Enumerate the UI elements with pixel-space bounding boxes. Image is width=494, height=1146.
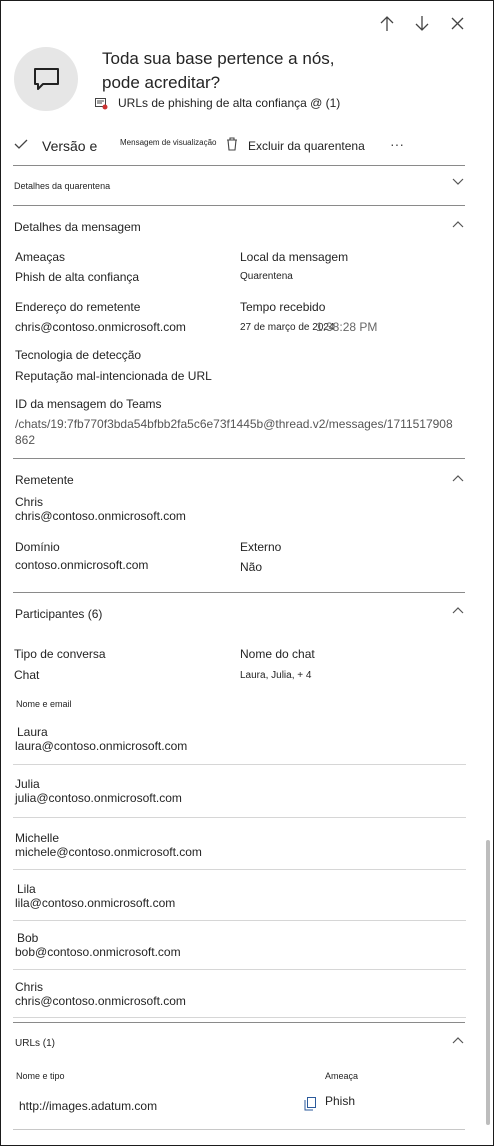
url-threat-value: Phish — [325, 1094, 356, 1108]
sender-name: Chris — [15, 495, 44, 509]
chevron-down-icon[interactable] — [452, 178, 464, 190]
release-label: Versão e — [42, 138, 98, 154]
policy-icon — [95, 97, 108, 115]
urls-column-name: Nome e tipo — [16, 1071, 65, 1081]
row-divider — [13, 1017, 466, 1018]
row-divider — [13, 764, 466, 765]
policy-label: URLs de phishing de alta confiança @ (1) — [118, 96, 341, 110]
avatar — [14, 47, 78, 111]
release-button[interactable]: Versão e — [14, 136, 97, 156]
chat-bubble-icon — [33, 67, 60, 97]
participant-name: Chris — [15, 980, 44, 994]
scrollbar[interactable] — [486, 840, 490, 1125]
chat-name-value: Laura, Julia, + 4 — [240, 670, 312, 681]
urls-section-header[interactable]: URLs (1) — [15, 1038, 55, 1049]
participant-name: Julia — [15, 777, 40, 791]
chevron-up-icon[interactable] — [452, 474, 464, 486]
teams-id-value-cont: 862 — [15, 433, 36, 447]
received-label: Tempo recebido — [240, 300, 326, 314]
teams-id-label: ID da mensagem do Teams — [15, 397, 162, 411]
quarantine-section-header[interactable]: Detalhes da quarentena — [14, 181, 110, 191]
participants-list-header: Nome e email — [16, 699, 72, 709]
more-button[interactable]: ··· — [390, 136, 404, 152]
divider — [13, 1022, 465, 1023]
divider — [13, 592, 465, 593]
threats-label: Ameaças — [15, 250, 66, 264]
participant-email: michele@contoso.onmicrosoft.com — [15, 845, 202, 859]
participant-name: Lila — [17, 882, 36, 896]
close-icon[interactable] — [451, 17, 464, 35]
chevron-up-icon[interactable] — [452, 220, 464, 232]
received-time: 1:38:28 PM — [316, 320, 378, 334]
row-divider — [13, 969, 466, 970]
chevron-up-icon[interactable] — [452, 606, 464, 618]
external-value: Não — [240, 560, 263, 574]
external-label: Externo — [240, 540, 282, 554]
checkmark-icon — [14, 137, 28, 155]
teams-id-value: /chats/19:7fb770f3bda54bfbb2fa5c6e73f144… — [15, 417, 453, 431]
domain-value: contoso.onmicrosoft.com — [15, 558, 149, 572]
threats-value: Phish de alta confiança — [15, 270, 140, 284]
delete-label: Excluir da quarentena — [248, 139, 365, 153]
title-line-2: pode acreditar? — [102, 73, 221, 92]
divider — [13, 165, 465, 166]
detection-value: Reputação mal-intencionada de URL — [15, 369, 212, 383]
sender-section-header[interactable]: Remetente — [15, 473, 74, 487]
divider — [13, 205, 465, 206]
participant-name: Michelle — [15, 831, 60, 845]
url-value[interactable]: http://images.adatum.com — [19, 1099, 157, 1113]
conversation-type-label: Tipo de conversa — [14, 647, 106, 661]
location-value: Quarentena — [240, 271, 293, 282]
sender-address-value: chris@contoso.onmicrosoft.com — [15, 320, 186, 334]
divider — [13, 1129, 465, 1130]
arrow-down-icon[interactable] — [414, 15, 430, 37]
participant-email: bob@contoso.onmicrosoft.com — [15, 945, 181, 959]
participant-email: laura@contoso.onmicrosoft.com — [15, 739, 188, 753]
detection-label: Tecnologia de detecção — [15, 348, 142, 362]
message-section-header[interactable]: Detalhes da mensagem — [14, 220, 141, 234]
participant-email: lila@contoso.onmicrosoft.com — [15, 896, 176, 910]
title-line-1: Toda sua base pertence a nós, — [102, 49, 335, 68]
participants-section-header[interactable]: Participantes (6) — [15, 607, 102, 621]
message-title: Toda sua base pertence a nós, pode acred… — [102, 47, 335, 95]
urls-column-threat: Ameaça — [325, 1071, 359, 1081]
participant-name: Laura — [17, 725, 48, 739]
conversation-type-value: Chat — [14, 668, 40, 682]
sender-email: chris@contoso.onmicrosoft.com — [15, 509, 186, 523]
location-label: Local da mensagem — [240, 250, 349, 264]
row-divider — [13, 920, 466, 921]
preview-button[interactable]: Mensagem de visualização — [120, 138, 217, 147]
participant-email: julia@contoso.onmicrosoft.com — [15, 791, 182, 805]
divider — [13, 458, 465, 459]
sender-address-label: Endereço do remetente — [15, 300, 141, 314]
participant-name: Bob — [17, 931, 39, 945]
arrow-up-icon[interactable] — [379, 15, 395, 37]
copy-icon[interactable] — [304, 1097, 316, 1116]
trash-icon — [226, 136, 238, 156]
delete-button[interactable]: Excluir da quarentena — [226, 136, 365, 156]
row-divider — [13, 869, 466, 870]
domain-label: Domínio — [15, 540, 60, 554]
chevron-up-icon[interactable] — [452, 1036, 464, 1048]
row-divider — [13, 817, 466, 818]
chat-name-label: Nome do chat — [240, 647, 315, 661]
participant-email: chris@contoso.onmicrosoft.com — [15, 994, 186, 1008]
